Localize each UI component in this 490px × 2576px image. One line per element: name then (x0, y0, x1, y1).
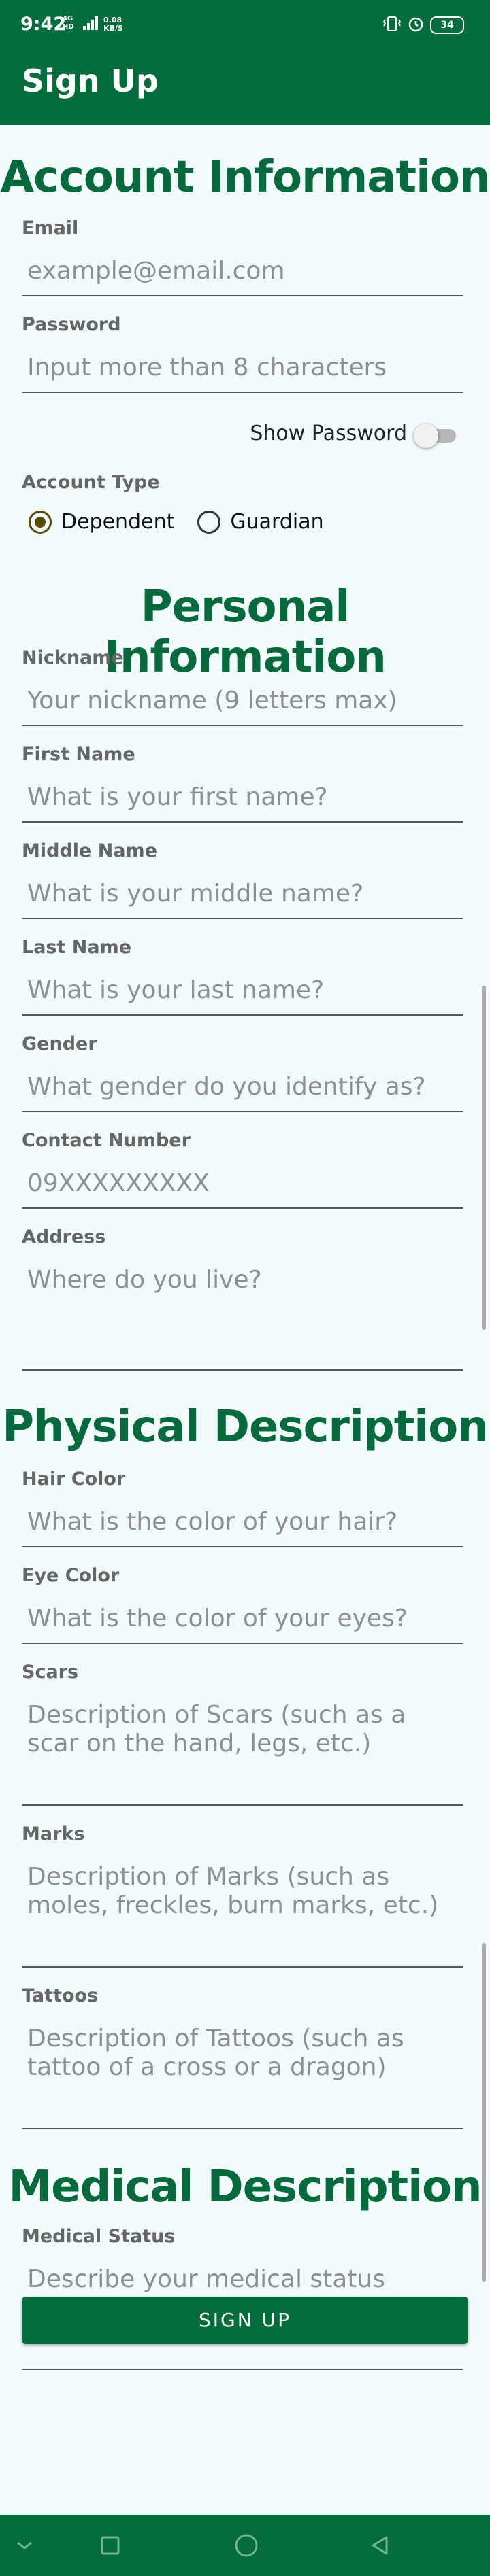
show-password-toggle[interactable] (414, 422, 456, 448)
password-label: Password (22, 314, 121, 335)
radio-guardian[interactable] (197, 510, 221, 534)
scrollbar-thumb[interactable] (482, 986, 486, 1330)
password-field[interactable]: Input more than 8 characters (22, 348, 463, 393)
marks-label: Marks (22, 1823, 85, 1844)
contact-number-field[interactable]: 09XXXXXXXXX (22, 1164, 463, 1209)
gender-field[interactable]: What gender do you identify as? (22, 1067, 463, 1112)
email-label: Email (22, 218, 79, 239)
password-placeholder: Input more than 8 characters (27, 354, 387, 381)
signal-icon (83, 16, 99, 33)
first-name-field[interactable]: What is your first name? (22, 778, 463, 823)
home-circle-icon[interactable] (231, 2515, 261, 2576)
address-placeholder: Where do you live? (27, 1266, 262, 1294)
status-time: 9:42 (20, 14, 67, 35)
medical-status-label: Medical Status (22, 2226, 176, 2247)
last-name-field[interactable]: What is your last name? (22, 971, 463, 1016)
page-title: Sign Up (22, 63, 159, 99)
email-field[interactable]: example@email.com (22, 252, 463, 296)
show-password-row: Show Password (250, 422, 456, 448)
marks-field[interactable]: Description of Marks (such as moles, fre… (22, 1857, 463, 1968)
gender-placeholder: What gender do you identify as? (27, 1073, 426, 1101)
network-speed: 0.08 KB/S (103, 16, 123, 33)
scars-field[interactable]: Description of Scars (such as a scar on … (22, 1696, 463, 1806)
status-right: 34 (382, 15, 464, 35)
nickname-placeholder: Your nickname (9 letters max) (27, 687, 397, 715)
vibrate-icon (382, 16, 402, 35)
system-nav-bar (0, 2515, 490, 2576)
status-bar: 9:42 4G HD 0.08 KB/S 34 (0, 0, 490, 48)
radio-dependent-label[interactable]: Dependent (61, 510, 174, 534)
account-type-radio-group: Dependent Guardian (29, 510, 347, 534)
scrollbar[interactable] (482, 986, 486, 2536)
app-bar: Sign Up (0, 48, 490, 125)
toggle-thumb (414, 423, 438, 448)
tattoos-field[interactable]: Description of Tattoos (such as tattoo o… (22, 2019, 463, 2129)
chevron-down-icon[interactable] (10, 2515, 39, 2576)
hair-color-placeholder: What is the color of your hair? (27, 1508, 398, 1536)
radio-dependent[interactable] (29, 510, 52, 534)
eye-color-placeholder: What is the color of your eyes? (27, 1604, 408, 1632)
medical-status-placeholder: Describe your medical status (27, 2265, 386, 2293)
alarm-icon (407, 15, 425, 35)
contact-number-placeholder: 09XXXXXXXXX (27, 1169, 210, 1197)
recents-square-icon[interactable] (95, 2515, 125, 2576)
hair-color-label: Hair Color (22, 1469, 126, 1490)
middle-name-placeholder: What is your middle name? (27, 880, 364, 908)
last-name-label: Last Name (22, 937, 132, 958)
back-triangle-icon[interactable] (365, 2515, 395, 2576)
tattoos-label: Tattoos (22, 1985, 99, 2006)
nickname-field[interactable]: Your nickname (9 letters max) (22, 681, 463, 726)
contact-number-label: Contact Number (22, 1130, 191, 1151)
tattoos-placeholder: Description of Tattoos (such as tattoo o… (27, 2025, 404, 2081)
show-password-label: Show Password (250, 422, 407, 445)
first-name-placeholder: What is your first name? (27, 783, 328, 811)
marks-placeholder: Description of Marks (such as moles, fre… (27, 1863, 439, 1919)
scars-placeholder: Description of Scars (such as a scar on … (27, 1701, 406, 1757)
middle-name-label: Middle Name (22, 840, 158, 861)
scrollbar-thumb-lower[interactable] (482, 1943, 486, 2282)
sign-up-button[interactable]: SIGN UP (22, 2297, 468, 2344)
address-label: Address (22, 1226, 106, 1248)
email-placeholder: example@email.com (27, 257, 285, 285)
address-field[interactable]: Where do you live? (22, 1260, 463, 1371)
eye-color-field[interactable]: What is the color of your eyes? (22, 1599, 463, 1644)
middle-name-field[interactable]: What is your middle name? (22, 874, 463, 919)
hair-color-field[interactable]: What is the color of your hair? (22, 1502, 463, 1547)
eye-color-label: Eye Color (22, 1565, 120, 1586)
gender-label: Gender (22, 1033, 97, 1054)
section-title-medical: Medical Description (8, 2162, 482, 2212)
network-type: 4G HD (63, 15, 74, 31)
battery-icon: 34 (430, 16, 464, 34)
nickname-label: Nickname (22, 647, 124, 668)
section-title-account: Account Information (0, 152, 490, 203)
section-title-physical: Physical Description (2, 1402, 489, 1452)
last-name-placeholder: What is your last name? (27, 976, 325, 1004)
scars-label: Scars (22, 1662, 79, 1683)
first-name-label: First Name (22, 744, 135, 765)
account-type-label: Account Type (22, 472, 160, 493)
radio-guardian-label[interactable]: Guardian (230, 510, 323, 534)
